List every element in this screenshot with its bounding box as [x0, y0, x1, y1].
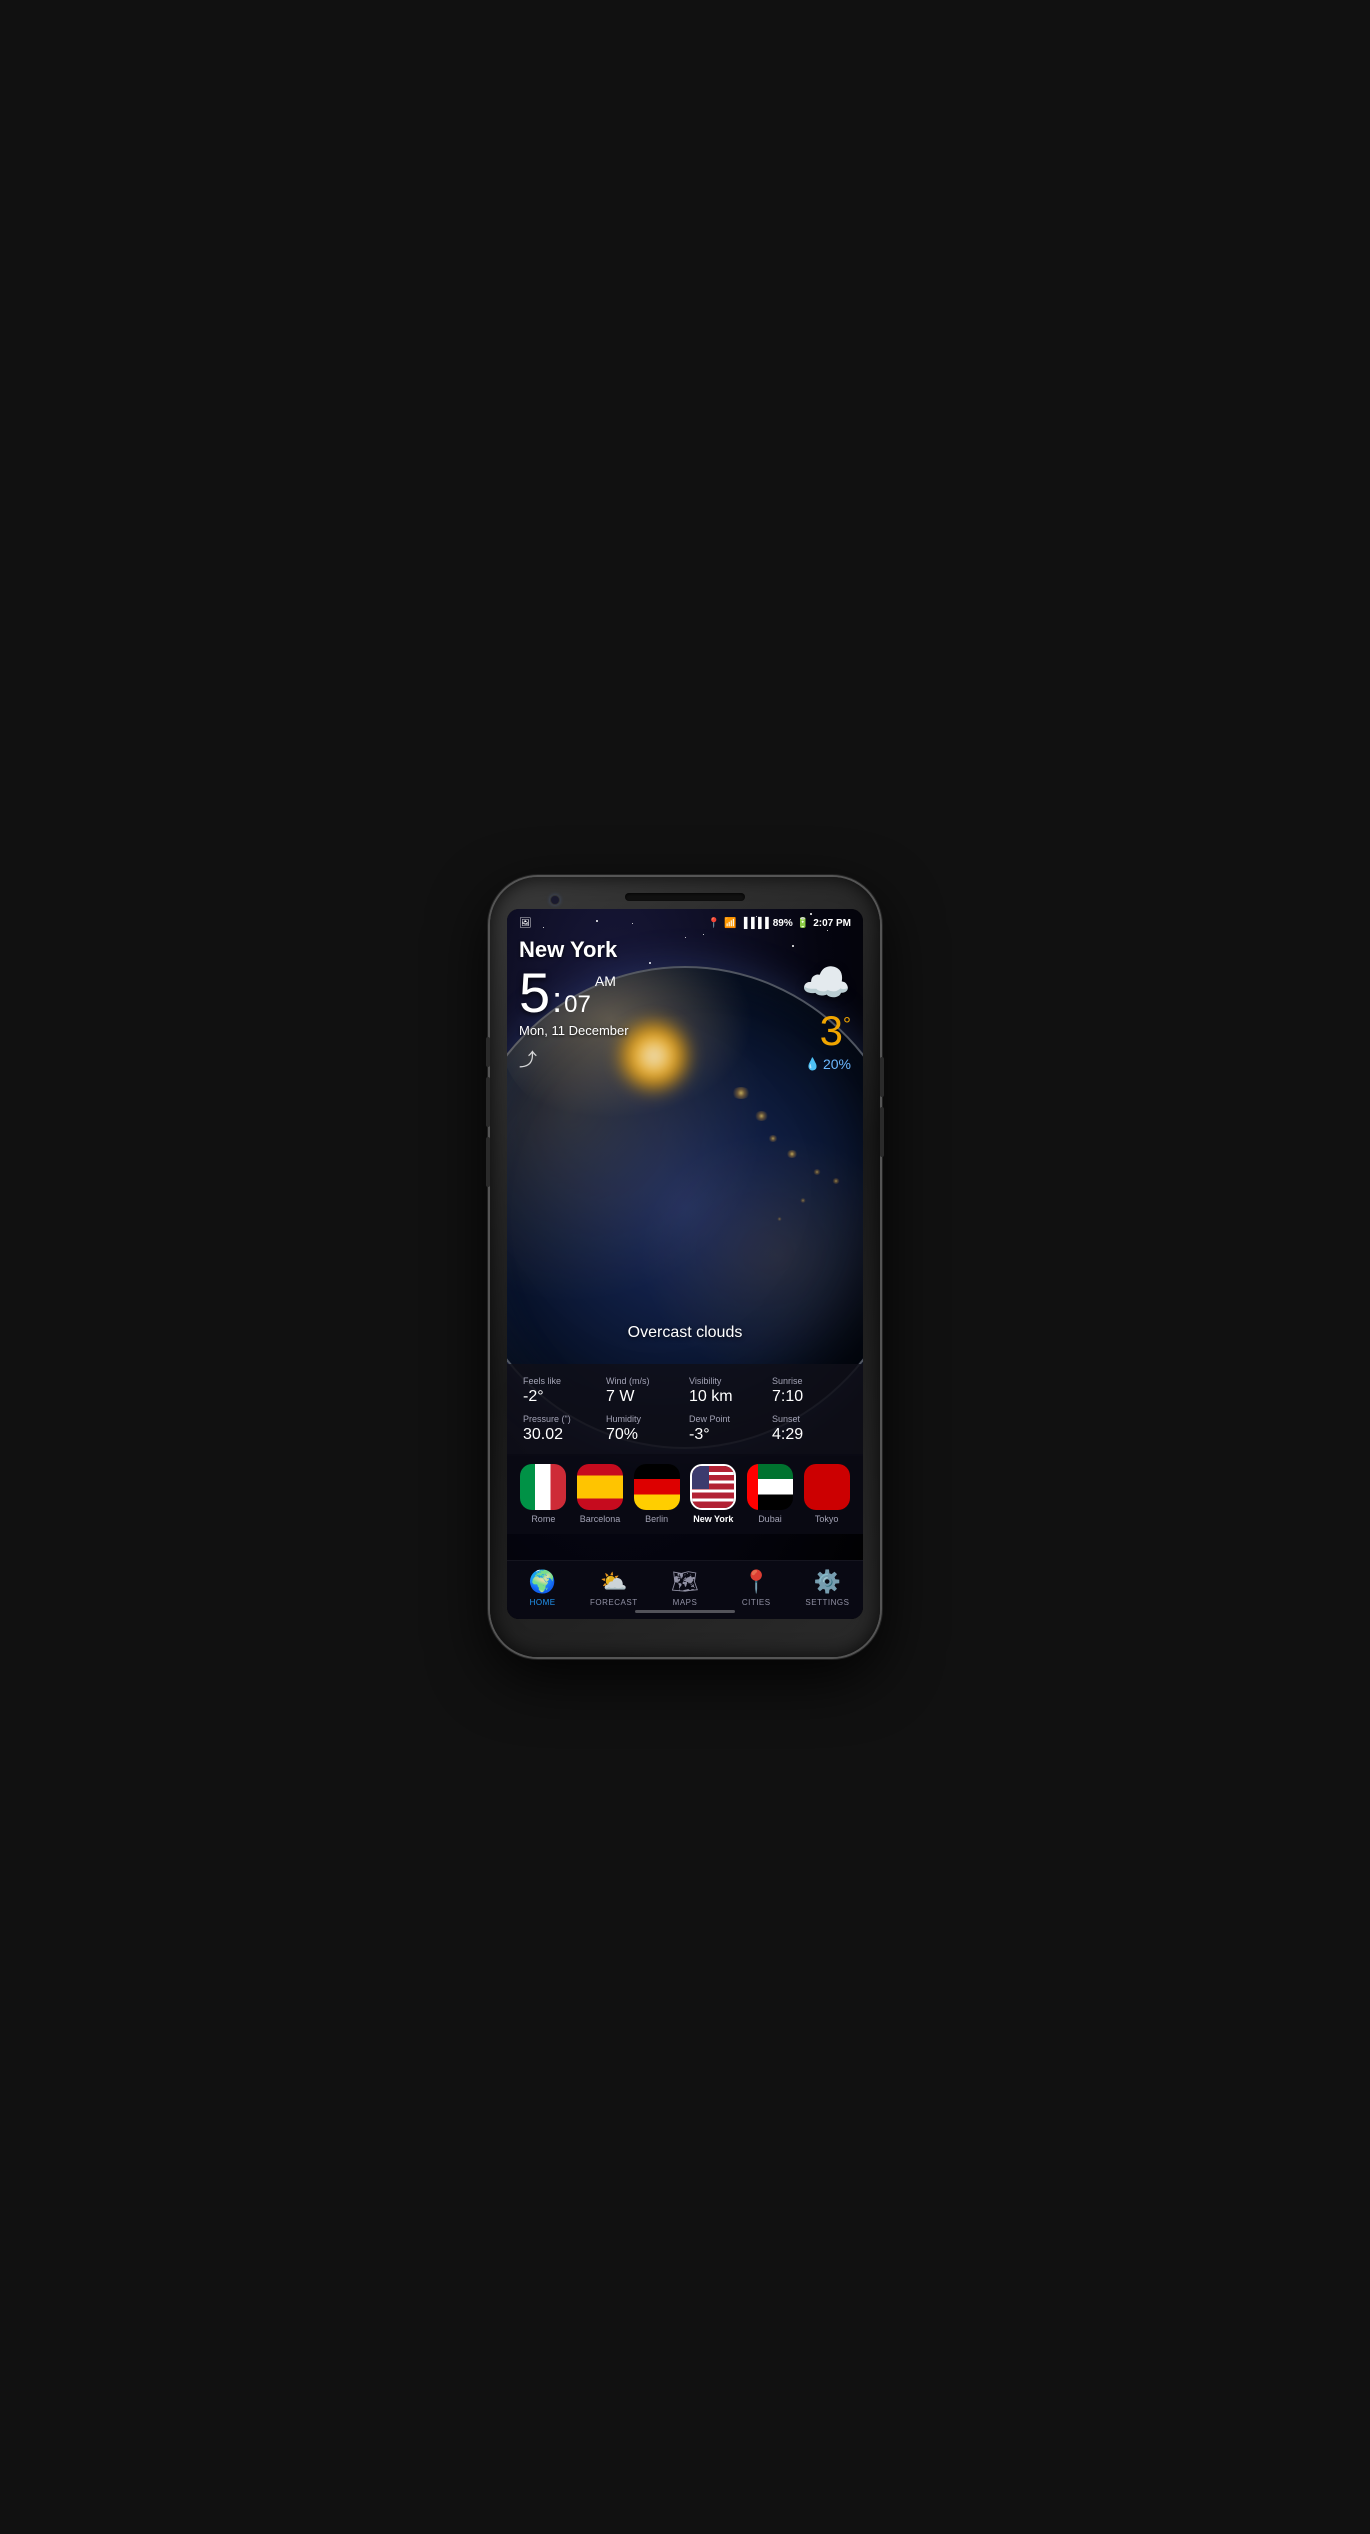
status-left: 🖼	[519, 918, 532, 929]
phone-screen: 🖼 📍 📶 ▐▐▐▐ 89% 🔋 2:07 PM New York 5 : 07	[507, 909, 863, 1619]
forecast-nav-label: FORECAST	[590, 1598, 638, 1607]
weather-cloud-icon: ☁️	[801, 959, 851, 1006]
humidity-stat: Humidity 70%	[606, 1414, 681, 1444]
city-tokyo[interactable]: Tokyo	[804, 1464, 850, 1524]
signal-icon: ▐▐▐▐	[740, 918, 768, 929]
precipitation-display: 💧 20%	[805, 1056, 851, 1072]
temperature-value: 3	[820, 1010, 843, 1052]
city-new-york[interactable]: New York	[690, 1464, 736, 1524]
pressure-stat: Pressure (") 30.02	[523, 1414, 598, 1444]
humidity-label: Humidity	[606, 1414, 681, 1424]
time-display: 2:07 PM	[813, 918, 851, 929]
sunset-stat: Sunset 4:29	[772, 1414, 847, 1444]
visibility-value: 10 km	[689, 1388, 764, 1406]
weather-condition: Overcast clouds	[507, 1324, 863, 1342]
phone-camera	[550, 895, 560, 905]
sunrise-label: Sunrise	[772, 1376, 847, 1386]
temperature-display: 3 °	[820, 1010, 851, 1052]
temperature-unit: °	[843, 1014, 851, 1037]
pressure-label: Pressure (")	[523, 1414, 598, 1424]
dew-point-stat: Dew Point -3°	[689, 1414, 764, 1444]
nav-forecast[interactable]: ⛅ FORECAST	[578, 1569, 649, 1607]
forecast-nav-icon: ⛅	[600, 1569, 627, 1595]
time-colon: :	[552, 979, 562, 1021]
dew-point-value: -3°	[689, 1426, 764, 1444]
city-rome-label: Rome	[531, 1514, 555, 1524]
battery-percentage: 89%	[773, 918, 793, 929]
home-nav-icon: 🌍	[529, 1569, 556, 1595]
time-minute: 07	[564, 991, 591, 1019]
city-dubai[interactable]: Dubai	[747, 1464, 793, 1524]
city-barcelona[interactable]: Barcelona	[577, 1464, 623, 1524]
city-barcelona-label: Barcelona	[580, 1514, 621, 1524]
maps-nav-label: MAPS	[673, 1598, 698, 1607]
pressure-value: 30.02	[523, 1426, 598, 1444]
cities-nav-label: CITIES	[742, 1598, 771, 1607]
home-nav-label: HOME	[530, 1598, 556, 1607]
time-hour: 5	[519, 965, 550, 1021]
sunrise-stat: Sunrise 7:10	[772, 1376, 847, 1406]
phone-speaker	[625, 893, 745, 901]
wind-stat: Wind (m/s) 7 W	[606, 1376, 681, 1406]
feels-like-label: Feels like	[523, 1376, 598, 1386]
home-indicator[interactable]	[635, 1610, 735, 1613]
city-dubai-label: Dubai	[758, 1514, 782, 1524]
status-right: 📍 📶 ▐▐▐▐ 89% 🔋 2:07 PM	[707, 918, 851, 929]
cities-nav-icon: 📍	[743, 1569, 770, 1595]
phone-frame: 🖼 📍 📶 ▐▐▐▐ 89% 🔋 2:07 PM New York 5 : 07	[490, 877, 880, 1657]
wind-value: 7 W	[606, 1388, 681, 1406]
battery-icon: 🔋	[797, 918, 809, 929]
weather-stats: Feels like -2° Wind (m/s) 7 W Visibility…	[507, 1364, 863, 1456]
city-rome[interactable]: Rome	[520, 1464, 566, 1524]
time-ampm: AM	[595, 973, 616, 989]
volume-up-button[interactable]	[486, 1037, 490, 1067]
wind-label: Wind (m/s)	[606, 1376, 681, 1386]
feels-like-stat: Feels like -2°	[523, 1376, 598, 1406]
nav-cities[interactable]: 📍 CITIES	[721, 1569, 792, 1607]
nav-maps[interactable]: 🗺 MAPS	[649, 1569, 720, 1607]
status-bar: 🖼 📍 📶 ▐▐▐▐ 89% 🔋 2:07 PM	[507, 909, 863, 937]
humidity-value: 70%	[606, 1426, 681, 1444]
rain-drop-icon: 💧	[805, 1057, 820, 1071]
settings-nav-icon: ⚙️	[814, 1569, 841, 1595]
visibility-label: Visibility	[689, 1376, 764, 1386]
gallery-icon: 🖼	[519, 918, 532, 929]
cities-bar: Rome Barcelona Berlin	[507, 1454, 863, 1534]
dew-point-label: Dew Point	[689, 1414, 764, 1424]
maps-nav-icon: 🗺	[671, 1569, 699, 1595]
wifi-icon: 📶	[724, 918, 736, 929]
volume-down-button[interactable]	[486, 1077, 490, 1127]
city-tokyo-label: Tokyo	[815, 1514, 839, 1524]
settings-nav-label: SETTINGS	[805, 1598, 849, 1607]
sunset-value: 4:29	[772, 1426, 847, 1444]
feels-like-value: -2°	[523, 1388, 598, 1406]
power-button[interactable]	[880, 1057, 884, 1097]
nav-settings[interactable]: ⚙️ SETTINGS	[792, 1569, 863, 1607]
silent-button[interactable]	[486, 1137, 490, 1187]
location-icon: 📍	[707, 918, 719, 929]
visibility-stat: Visibility 10 km	[689, 1376, 764, 1406]
precipitation-value: 20%	[823, 1056, 851, 1072]
screen-content: 🖼 📍 📶 ▐▐▐▐ 89% 🔋 2:07 PM New York 5 : 07	[507, 909, 863, 1619]
volume-button-right[interactable]	[880, 1107, 884, 1157]
sunrise-value: 7:10	[772, 1388, 847, 1406]
city-new-york-label: New York	[693, 1514, 733, 1524]
nav-home[interactable]: 🌍 HOME	[507, 1569, 578, 1607]
city-berlin-label: Berlin	[645, 1514, 668, 1524]
city-berlin[interactable]: Berlin	[634, 1464, 680, 1524]
sunset-label: Sunset	[772, 1414, 847, 1424]
weather-right: ☁️ 3 ° 💧 20%	[801, 959, 851, 1072]
